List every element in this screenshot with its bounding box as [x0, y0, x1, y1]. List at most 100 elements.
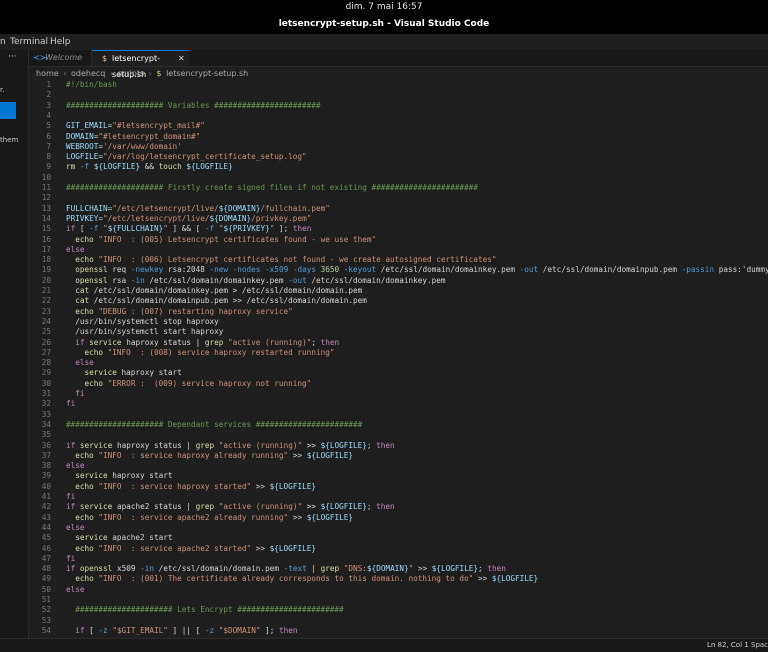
- menu-item-selection[interactable]: n: [0, 34, 6, 50]
- tab-letsencrypt-setup[interactable]: $ letsencrypt-setup.sh ✕: [92, 50, 189, 79]
- code-token: /etc/ssl/domain/domainpub.pem: [538, 265, 682, 275]
- code-token: [: [84, 625, 99, 635]
- side-panel-highlight-button[interactable]: [0, 102, 16, 119]
- code-token: /etc/ssl/domain/domainkey.pem: [144, 275, 289, 285]
- code-token: then: [376, 502, 395, 512]
- line-number: 8: [46, 152, 51, 162]
- code-token: service: [66, 471, 108, 481]
- code-token: -in: [130, 275, 145, 285]
- cursor-position[interactable]: Ln 82, Col 1: [707, 639, 749, 652]
- code-token: rm: [66, 162, 76, 172]
- code-token: else: [66, 461, 85, 471]
- code-token: "#letsencrypt_domain#": [98, 131, 201, 141]
- code-token: DOMAIN: [66, 131, 94, 141]
- code-token: >>: [251, 481, 270, 491]
- breadcrumb-item[interactable]: home: [36, 69, 59, 78]
- code-text: echo "INFO : service apache2 started" >>…: [66, 544, 316, 554]
- line-number: 14: [41, 213, 51, 223]
- code-token: /fullchain.pem": [260, 203, 330, 213]
- chevron-right-icon: ›: [109, 69, 114, 78]
- line-number: 54: [41, 625, 51, 635]
- code-token: haproxy status |: [112, 440, 196, 450]
- code-token: ##################### Lets Encrypt #####…: [66, 605, 344, 615]
- line-number: 48: [41, 564, 51, 574]
- code-token: ${LOGFILE}: [186, 162, 233, 172]
- line-number: 45: [41, 533, 51, 543]
- code-token: "DEBUG : (007) restarting haproxy servic…: [98, 306, 293, 316]
- code-token: ${LOGFILE}: [93, 162, 141, 172]
- code-token: ];: [274, 224, 293, 234]
- code-token: service: [79, 502, 113, 512]
- editor-tabs: ≺≻ Welcome $ letsencrypt-setup.sh ✕: [29, 50, 768, 79]
- menu-item-terminal[interactable]: Terminal: [10, 34, 48, 50]
- code-text: fi: [66, 492, 75, 502]
- code-token: "active (running)": [228, 337, 312, 347]
- menu-item-help[interactable]: Help: [50, 34, 71, 50]
- line-number: 51: [41, 595, 51, 604]
- code-text: echo "INFO : (006) Letsencrypt certifica…: [66, 255, 496, 265]
- code-editor[interactable]: 1 #!/bin/bash 2 3 ##################### Vari…: [29, 80, 768, 638]
- code-token: grep: [204, 337, 224, 347]
- code-text: if [ -z "$GIT_EMAIL" ] || [ -z "$DOMAIN"…: [66, 626, 297, 636]
- line-number: 27: [41, 347, 51, 357]
- chevron-right-icon: ›: [63, 69, 67, 78]
- code-token: "INFO : (001) The certificate already co…: [98, 574, 474, 584]
- line-number: 26: [41, 337, 51, 347]
- code-token: service: [79, 440, 113, 450]
- code-token: /etc/ssl/domain/domainkey.pem: [376, 265, 520, 275]
- code-token: -new -nodes -x509 -days: [209, 265, 316, 275]
- code-token: >>: [473, 574, 492, 584]
- code-text: /usr/bin/systemctl stop haproxy: [66, 317, 218, 327]
- window-title-bar: letsencrypt-setup.sh - Visual Studio Cod…: [0, 14, 768, 34]
- code-text: else: [66, 461, 85, 471]
- dollar-shell-icon: $: [156, 69, 162, 78]
- indentation-setting[interactable]: Space: [751, 639, 768, 652]
- line-number: 53: [41, 615, 51, 625]
- code-text: rm -f ${LOGFILE} && touch ${LOGFILE}: [66, 162, 233, 172]
- line-number: 37: [41, 450, 51, 460]
- code-token: "#letsencrypt_mail#": [112, 121, 205, 131]
- breadcrumb-item[interactable]: odehecq: [71, 69, 105, 78]
- line-number: 21: [41, 286, 51, 295]
- code-token: ${LOGFILE}: [491, 574, 539, 584]
- code-text: openssl rsa -in /etc/ssl/domain/domainke…: [66, 275, 445, 286]
- line-number: 1: [46, 80, 51, 89]
- line-number: 31: [41, 389, 51, 398]
- code-token: ${DOMAIN}: [366, 564, 409, 574]
- code-token: ${FULLCHAIN}: [107, 224, 164, 234]
- code-text: service apache2 start: [66, 533, 172, 543]
- breadcrumb-item[interactable]: letsencrypt-setup.sh: [166, 69, 248, 78]
- code-token: echo: [66, 450, 94, 460]
- line-number: 18: [41, 255, 51, 265]
- line-number: 41: [41, 492, 51, 501]
- clock[interactable]: dim. 7 mai 16:57: [346, 2, 423, 12]
- code-text: /usr/bin/systemctl start haproxy: [66, 327, 223, 337]
- code-token: then: [487, 564, 506, 574]
- code-token: service: [66, 368, 117, 378]
- code-token: "INFO : service apache2 started": [98, 543, 252, 553]
- code-text: fi: [66, 389, 84, 399]
- close-icon[interactable]: ✕: [178, 51, 185, 67]
- tab-welcome[interactable]: ≺≻ Welcome: [29, 50, 92, 66]
- line-number: 6: [46, 131, 51, 141]
- code-token: then: [292, 224, 312, 234]
- code-token: "/etc/letsencrypt/live/: [112, 203, 219, 213]
- breadcrumb-item[interactable]: scripts: [118, 69, 144, 78]
- line-number: 7: [46, 141, 51, 151]
- code-token: >>: [288, 512, 307, 522]
- code-text: GIT_EMAIL="#letsencrypt_mail#": [66, 121, 205, 131]
- code-text: cat /etc/ssl/domain/domainkey.pem > /etc…: [66, 286, 362, 296]
- code-token: ${LOGFILE}: [320, 440, 367, 450]
- code-token: if: [66, 625, 85, 635]
- line-number: 2: [46, 90, 51, 100]
- code-text: ##################### Variables ########…: [66, 101, 321, 111]
- line-number: 50: [41, 584, 51, 594]
- code-token: -out: [288, 275, 307, 285]
- code-token: "INFO : (006) Letsencrypt certificates n…: [98, 255, 497, 265]
- line-number: 39: [41, 471, 51, 481]
- code-token: cat: [66, 286, 90, 295]
- code-text: fi: [66, 554, 75, 564]
- dollar-shell-icon: $: [102, 54, 108, 63]
- code-token: if: [66, 502, 76, 512]
- more-actions-icon[interactable]: ···: [8, 52, 17, 62]
